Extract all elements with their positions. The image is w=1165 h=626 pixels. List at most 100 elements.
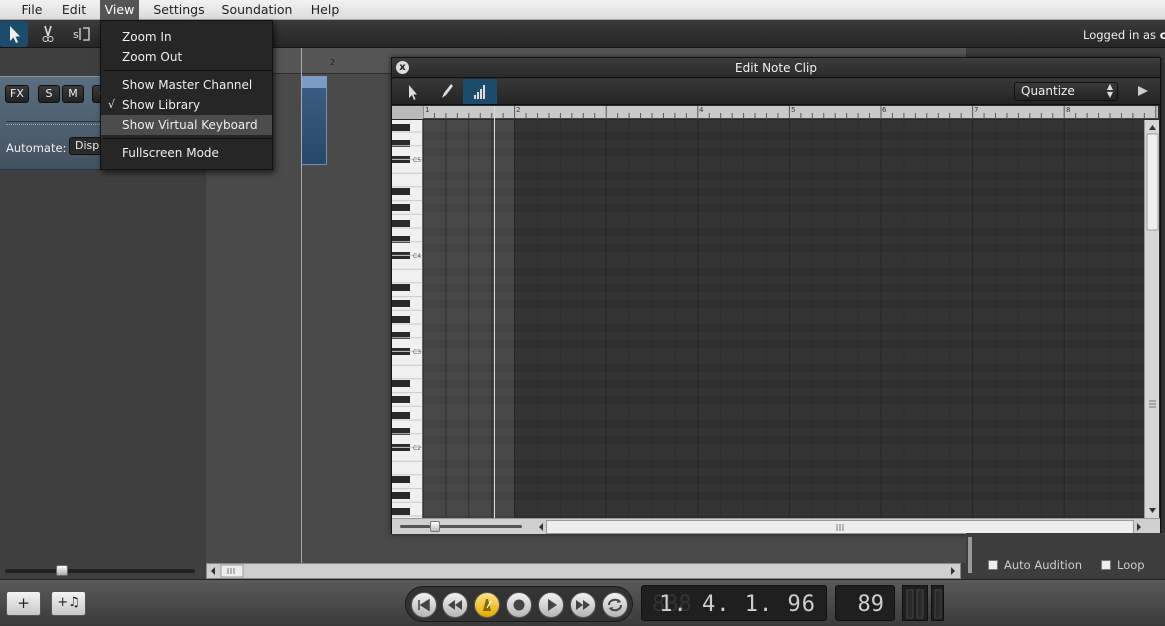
track-zoom-slider[interactable] (5, 569, 195, 573)
grid-row-shade (423, 300, 1144, 308)
loop-button[interactable] (602, 592, 628, 618)
position-display: 888 1. 4. 1. 96 (641, 585, 827, 621)
menu-edit[interactable]: Edit (56, 0, 92, 20)
black-key (392, 508, 410, 515)
auto-audition-checkbox[interactable]: Auto Audition (988, 558, 1082, 572)
pointer-icon (409, 85, 417, 100)
track-zoom-knob[interactable] (56, 565, 68, 576)
grid-row-shade (423, 364, 1144, 372)
note-clip[interactable] (301, 76, 327, 165)
arrange-scroll-icons (211, 564, 955, 578)
note-window-title: Edit Note Clip (735, 61, 817, 75)
add-instrument-button[interactable]: +♫ (51, 591, 86, 616)
menu-fullscreen-mode-label: Fullscreen Mode (122, 146, 219, 160)
note-clip-header[interactable] (301, 76, 327, 88)
black-key (392, 396, 410, 403)
note-horizontal-scroll-area (392, 518, 1160, 534)
note-pencil-tool[interactable] (429, 79, 463, 104)
master-meter (931, 585, 944, 621)
ruler-mark: 6 (882, 106, 887, 114)
quantize-select[interactable]: Quantize ▲ ▼ (1014, 82, 1118, 101)
menu-view[interactable]: View (100, 0, 139, 20)
updown-icon: ▲ ▼ (1106, 82, 1113, 99)
ruler-mark: 7 (974, 106, 979, 114)
checkbox-icon (988, 560, 998, 570)
grid-row-shade (423, 380, 1144, 388)
grid-row-shade (423, 268, 1144, 276)
grid-row-shade (423, 420, 1144, 428)
menu-help[interactable]: Help (306, 0, 344, 20)
arrange-horizontal-scrollbar[interactable] (206, 563, 961, 579)
menu-show-master-channel[interactable]: Show Master Channel (101, 75, 272, 95)
pointer-tool-button[interactable] (0, 21, 28, 47)
arrange-playhead[interactable] (301, 48, 302, 563)
piano-keys (392, 124, 422, 517)
menu-file[interactable]: File (14, 0, 50, 20)
fx-button[interactable]: FX (5, 85, 29, 103)
note-grid[interactable] (423, 120, 1144, 518)
note-playhead[interactable] (494, 106, 495, 518)
note-zoom-slider[interactable] (400, 525, 522, 528)
scroll-arrows (1146, 125, 1159, 513)
black-key (392, 492, 410, 499)
pencil-icon (442, 84, 453, 98)
menu-settings[interactable]: Settings (148, 0, 210, 20)
octave-label: C3 (413, 349, 422, 356)
octave-label: C4 (413, 253, 422, 260)
level-meter (902, 585, 928, 621)
cut-tool-button[interactable] (34, 21, 62, 47)
octave-label: C2 (413, 445, 422, 452)
meter-bars (906, 589, 924, 619)
menu-show-virtual-keyboard[interactable]: Show Virtual Keyboard (101, 115, 272, 135)
piano-keyboard[interactable]: C5 C4 C3 C2 (392, 120, 423, 518)
tempo-display[interactable]: 89 (835, 585, 895, 621)
skip-back-icon (418, 598, 430, 612)
record-icon (513, 599, 525, 611)
fast-forward-icon (576, 600, 590, 610)
note-pointer-tool[interactable] (395, 79, 429, 104)
menu-show-library[interactable]: √ Show Library (101, 95, 272, 115)
mute-button[interactable]: M (62, 85, 84, 103)
menu-soundation[interactable]: Soundation (218, 0, 296, 20)
close-icon[interactable]: x (396, 61, 409, 74)
grid-row-shade (423, 284, 1144, 292)
menu-zoom-in[interactable]: Zoom In (101, 27, 272, 47)
rewind-to-start-button[interactable] (411, 592, 437, 618)
grid-row-shade (423, 476, 1144, 484)
black-key (392, 316, 410, 323)
ruler-mark: 8 (1066, 106, 1071, 114)
play-button[interactable] (538, 592, 564, 618)
black-key (392, 380, 410, 387)
add-track-button[interactable]: + (6, 591, 41, 616)
note-velocity-tool[interactable] (463, 79, 497, 104)
black-key (392, 476, 410, 483)
grid-row-shade (423, 244, 1144, 252)
note-window-toolbar: Quantize ▲ ▼ (392, 79, 1160, 105)
velocity-icon (474, 85, 485, 99)
note-window-titlebar[interactable]: Edit Note Clip x (392, 58, 1160, 78)
metronome-icon (483, 599, 492, 611)
solo-button[interactable]: S (38, 85, 60, 103)
note-horizontal-scrollbar[interactable] (546, 520, 1134, 534)
note-play-button[interactable] (1136, 84, 1150, 101)
grid-row-shade (423, 324, 1144, 332)
rewind-button[interactable] (442, 592, 468, 618)
play-icon (1138, 86, 1148, 96)
note-vertical-scrollbar[interactable] (1144, 120, 1159, 518)
record-button[interactable] (506, 592, 532, 618)
note-ruler[interactable]: 1 2 4 5 6 7 8 (422, 106, 1158, 119)
grid-row-shade (423, 188, 1144, 196)
grid-row-shade (423, 396, 1144, 404)
note-options-area: Auto Audition Loop (966, 533, 1165, 579)
scroll-left-icon[interactable] (536, 519, 546, 535)
zoom-slider-knob[interactable] (430, 521, 440, 532)
slip-tool-button[interactable]: s (68, 21, 96, 47)
menu-fullscreen-mode[interactable]: Fullscreen Mode (101, 143, 272, 163)
transport-bar: + +♫ 888 1. 4. 1. 96 89 (0, 579, 1165, 626)
loop-checkbox[interactable]: Loop (1101, 558, 1145, 572)
black-key (392, 204, 410, 211)
splitter-handle[interactable] (966, 535, 978, 575)
fast-forward-button[interactable] (570, 592, 596, 618)
menu-zoom-out[interactable]: Zoom Out (101, 47, 272, 67)
metronome-button[interactable] (474, 592, 500, 618)
